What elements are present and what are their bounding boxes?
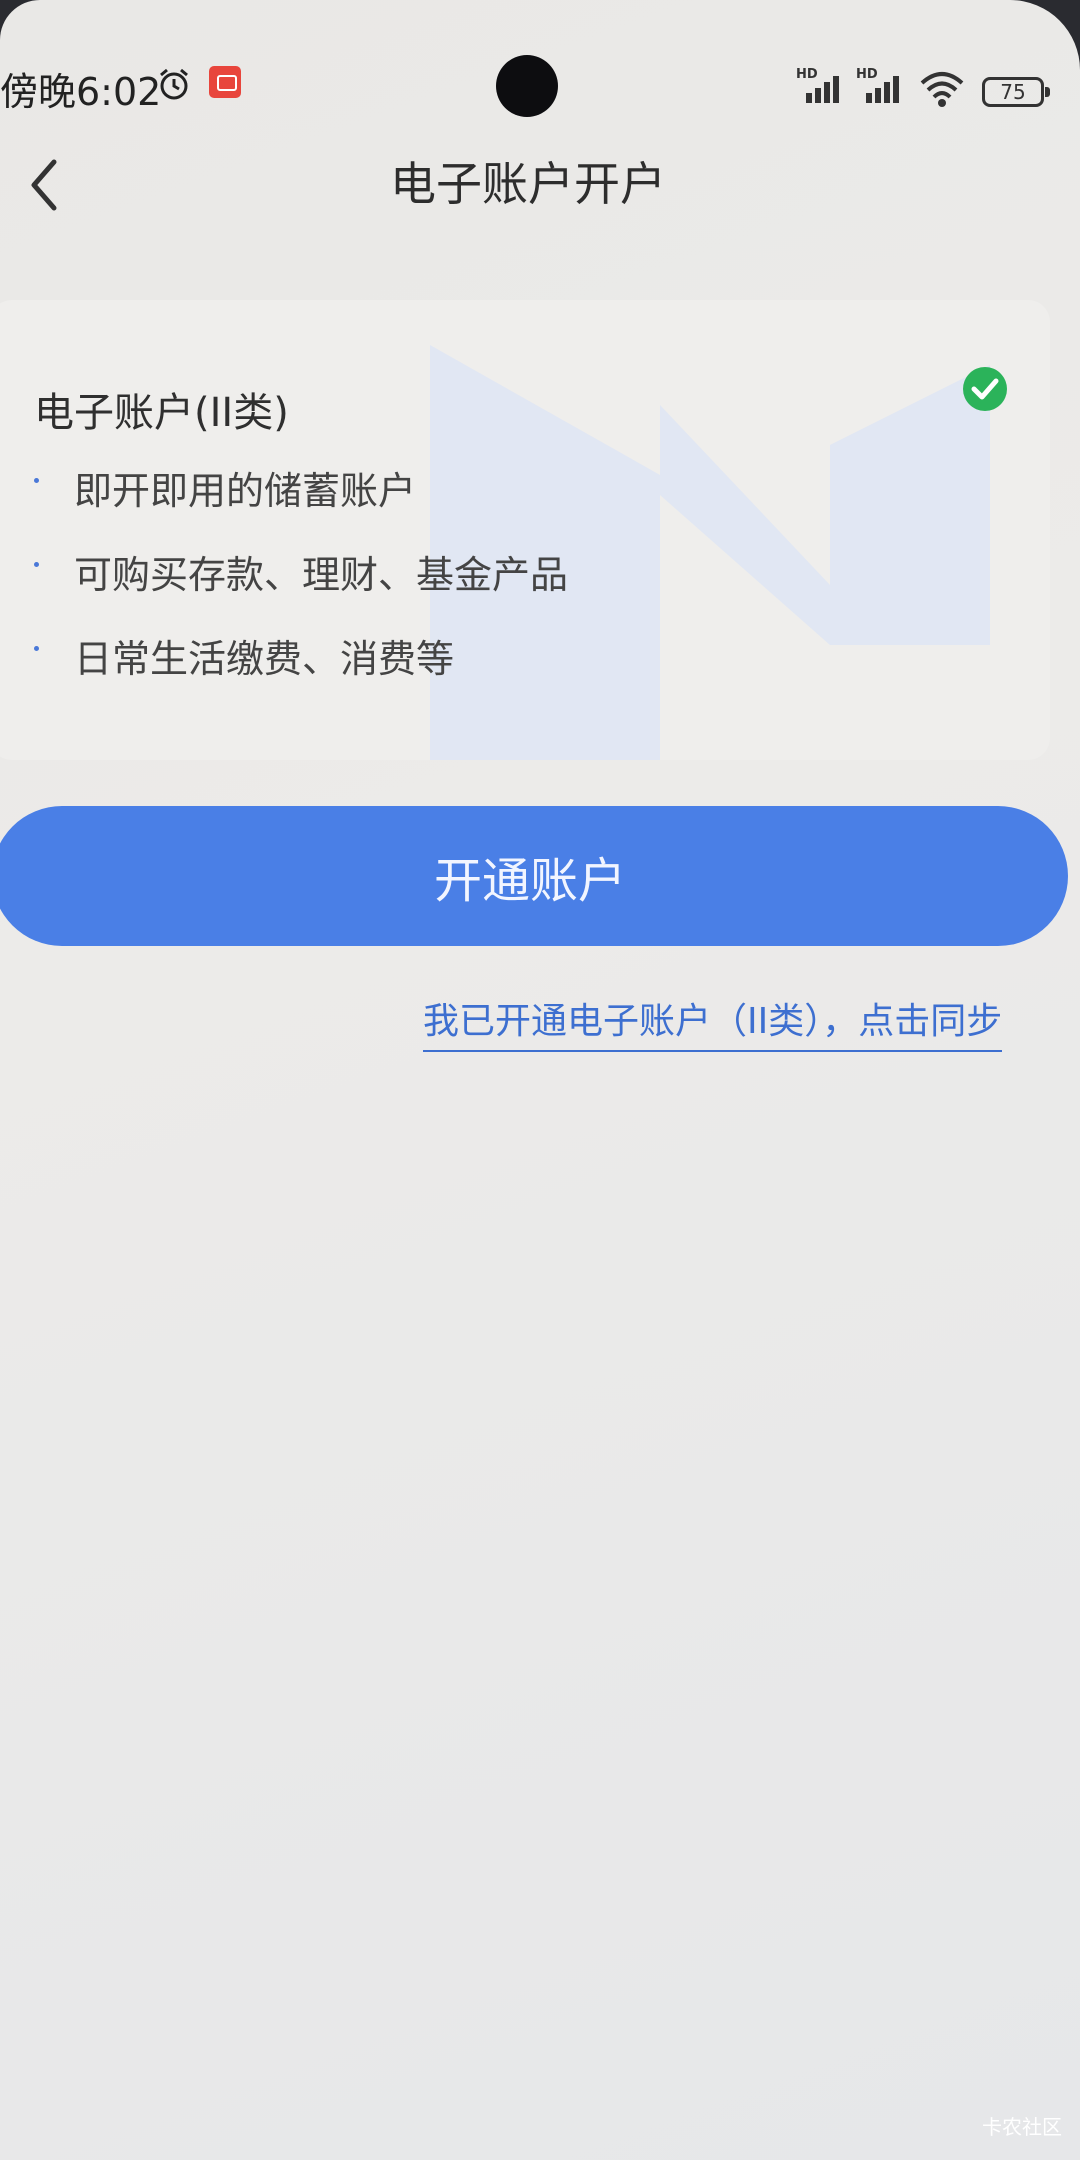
feature-item: 可购买存款、理财、基金产品	[34, 544, 568, 628]
cellular-signal-icon: HD	[796, 67, 846, 105]
selected-check-icon	[963, 367, 1007, 411]
account-type-title: 电子账户(II类)	[34, 390, 289, 436]
feature-item: 即开即用的储蓄账户	[34, 460, 568, 544]
alarm-clock-icon	[160, 68, 188, 100]
bullet-dot	[34, 562, 39, 567]
feature-text: 日常生活缴费、消费等	[74, 637, 455, 681]
feature-item: 日常生活缴费、消费等	[34, 628, 568, 712]
hd-label: HD	[856, 67, 878, 82]
app-notification-icon	[209, 66, 241, 98]
battery-icon: 75	[982, 77, 1050, 107]
page-title: 电子账户开户	[390, 157, 666, 211]
feature-list: 即开即用的储蓄账户 可购买存款、理财、基金产品 日常生活缴费、消费等	[34, 460, 568, 712]
forum-watermark: 卡农社区	[982, 2115, 1062, 2139]
sync-account-link[interactable]: 我已开通电子账户（II类），点击同步	[423, 992, 1003, 1052]
bullet-dot	[34, 646, 39, 651]
battery-level: 75	[1000, 80, 1026, 104]
feature-text: 即开即用的储蓄账户	[74, 469, 417, 513]
status-bar: 傍晚6:02 HD HD 75	[0, 55, 1080, 125]
status-time: 傍晚6:02	[0, 70, 162, 114]
open-account-button[interactable]: 开通账户	[0, 806, 1068, 946]
cellular-signal-icon: HD	[856, 67, 906, 105]
account-type-card[interactable]: 电子账户(II类) 即开即用的储蓄账户 可购买存款、理财、基金产品 日常生活缴费…	[0, 300, 1050, 760]
feature-text: 可购买存款、理财、基金产品	[74, 553, 569, 597]
hd-label: HD	[796, 67, 818, 82]
front-camera	[496, 55, 558, 117]
wifi-icon	[920, 72, 964, 107]
bullet-dot	[34, 478, 39, 483]
app-screen: 傍晚6:02 HD HD 75 电子账户开户 电子账户(II类) 即开即用的储蓄…	[0, 0, 1080, 2160]
